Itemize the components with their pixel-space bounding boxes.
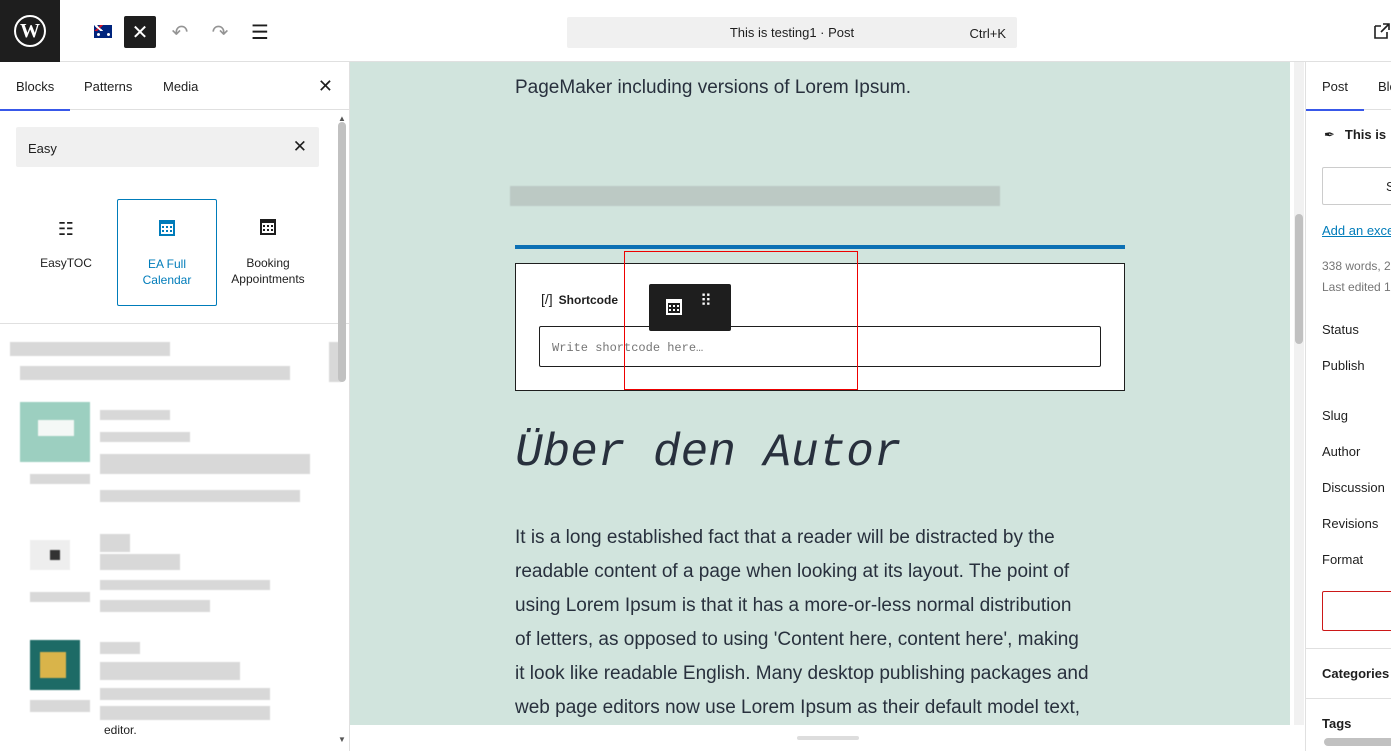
editor-canvas: PageMaker including versions of Lorem Ip…: [350, 62, 1290, 725]
tab-block[interactable]: Blo: [1378, 79, 1391, 94]
tags-panel[interactable]: Tags: [1322, 716, 1351, 731]
highlight-box: [624, 251, 858, 390]
block-search-input[interactable]: Easy ✕: [16, 127, 319, 167]
calendar-icon: [118, 220, 216, 244]
paragraph-top[interactable]: PageMaker including versions of Lorem Ip…: [515, 71, 1125, 105]
blurred-content: [100, 490, 300, 502]
canvas-scroll-thumb[interactable]: [1295, 214, 1303, 344]
command-palette-button[interactable]: This is testing1 · Post Ctrl+K: [567, 17, 1017, 48]
inserter-scrollbar[interactable]: [338, 122, 346, 382]
separator-block[interactable]: [515, 245, 1125, 249]
blurred-content: [20, 366, 290, 380]
blurred-content: [30, 700, 90, 712]
close-inserter-icon[interactable]: ✕: [318, 76, 333, 97]
blurred-content: [100, 554, 180, 570]
canvas-scrollbar[interactable]: [1294, 62, 1304, 725]
tab-media[interactable]: Media: [163, 79, 198, 94]
blurred-content: [100, 642, 140, 654]
last-edited: Last edited 1: [1322, 280, 1391, 294]
inserter-tabs: Blocks Patterns Media ✕: [0, 62, 349, 111]
blurred-content: [30, 592, 90, 602]
list-icon: ☷: [57, 219, 75, 239]
blurred-content: [100, 706, 270, 720]
shortcode-label: [/] Shortcode: [541, 291, 618, 307]
paragraph-line[interactable]: readable content of a page when looking …: [515, 555, 1125, 589]
blurred-content: [100, 662, 240, 680]
trash-button[interactable]: [1322, 591, 1391, 631]
canvas-footer: [350, 725, 1305, 751]
top-toolbar: W ✕ ↶ ↷ ☰ This is testing1 · Post Ctrl+K: [0, 0, 1391, 62]
scroll-down-icon[interactable]: ▼: [338, 735, 346, 744]
categories-panel[interactable]: Categories: [1322, 666, 1389, 681]
sidebar-button[interactable]: S: [1322, 167, 1391, 205]
block-label: Booking Appointments: [231, 256, 305, 286]
tab-post[interactable]: Post: [1306, 79, 1365, 111]
resize-grip[interactable]: [797, 736, 859, 740]
status-row[interactable]: Status: [1322, 322, 1359, 337]
blurred-content: [100, 454, 310, 474]
tab-blocks[interactable]: Blocks: [0, 79, 71, 111]
slug-row[interactable]: Slug: [1322, 408, 1348, 423]
editor-app: W ✕ ↶ ↷ ☰ This is testing1 · Post Ctrl+K…: [0, 0, 1391, 751]
redo-icon[interactable]: ↷: [204, 16, 236, 48]
blurred-thumbnail: [38, 420, 74, 436]
shortcut-label: Ctrl+K: [969, 26, 1006, 41]
heading-block[interactable]: Über den Autor: [515, 427, 901, 479]
blurred-content: [510, 186, 1000, 206]
block-inserter-panel: Blocks Patterns Media ✕ Easy ✕ ☷ EasyTOC…: [0, 62, 350, 751]
format-row[interactable]: Format: [1322, 552, 1363, 567]
blurred-thumbnail: [50, 550, 60, 560]
sidebar-tabs: Post Blo: [1306, 62, 1391, 111]
blurred-content: [100, 410, 170, 420]
block-booking-appointments[interactable]: Booking Appointments: [218, 199, 318, 306]
tab-patterns[interactable]: Patterns: [84, 79, 132, 94]
paragraph-line[interactable]: web page editors now use Lorem Ipsum as …: [515, 691, 1125, 725]
undo-icon[interactable]: ↶: [164, 16, 196, 48]
divider: [0, 323, 349, 324]
blurred-thumbnail: [40, 652, 66, 678]
block-label: EasyTOC: [40, 256, 92, 270]
external-link-icon[interactable]: [1373, 22, 1391, 40]
block-easytoc[interactable]: ☷ EasyTOC: [16, 199, 116, 306]
divider: [1306, 648, 1391, 649]
paragraph-line[interactable]: It is a long established fact that a rea…: [515, 521, 1125, 555]
blurred-content: [100, 600, 210, 612]
shortcode-title: Shortcode: [558, 293, 619, 307]
post-title-label: This is testing1 · Post: [729, 25, 855, 40]
blurred-content: [30, 474, 90, 484]
publish-row[interactable]: Publish: [1322, 358, 1365, 373]
divider: [1306, 698, 1391, 699]
discussion-row[interactable]: Discussion: [1322, 480, 1385, 495]
blurred-content: [100, 688, 270, 700]
search-value: Easy: [28, 141, 57, 156]
pattern-snippet-text: editor.: [104, 723, 137, 737]
wordpress-logo-icon[interactable]: W: [0, 0, 60, 62]
shortcode-icon: [/]: [541, 291, 553, 307]
revisions-row[interactable]: Revisions: [1322, 516, 1378, 531]
calendar-icon: [218, 219, 318, 243]
paragraph-line[interactable]: using Lorem Ipsum is that it has a more-…: [515, 589, 1125, 623]
clear-search-icon[interactable]: ✕: [293, 137, 307, 157]
post-title: This is: [1344, 127, 1387, 142]
blurred-content: [100, 580, 270, 590]
blurred-content: [100, 534, 130, 552]
sidebar-scrollbar[interactable]: [1324, 738, 1391, 746]
feather-icon: ✒: [1324, 127, 1335, 142]
blurred-content: [10, 342, 170, 356]
paragraph-line[interactable]: of letters, as opposed to using 'Content…: [515, 623, 1125, 657]
block-ea-full-calendar[interactable]: EA Full Calendar: [117, 199, 217, 306]
block-label: EA Full Calendar: [142, 257, 192, 287]
word-count: 338 words, 2: [1322, 259, 1391, 273]
paragraph-line[interactable]: it look like readable English. Many desk…: [515, 657, 1125, 691]
close-inserter-icon[interactable]: ✕: [124, 16, 156, 48]
list-view-icon[interactable]: ☰: [244, 16, 276, 48]
blurred-content: [100, 432, 190, 442]
author-row[interactable]: Author: [1322, 444, 1360, 459]
add-excerpt-link[interactable]: Add an exce: [1322, 223, 1391, 238]
flag-australia-icon[interactable]: [94, 25, 112, 38]
settings-sidebar: Post Blo ✒ This is S Add an exce 338 word…: [1305, 62, 1391, 751]
post-summary-title: ✒ This is: [1324, 127, 1386, 143]
